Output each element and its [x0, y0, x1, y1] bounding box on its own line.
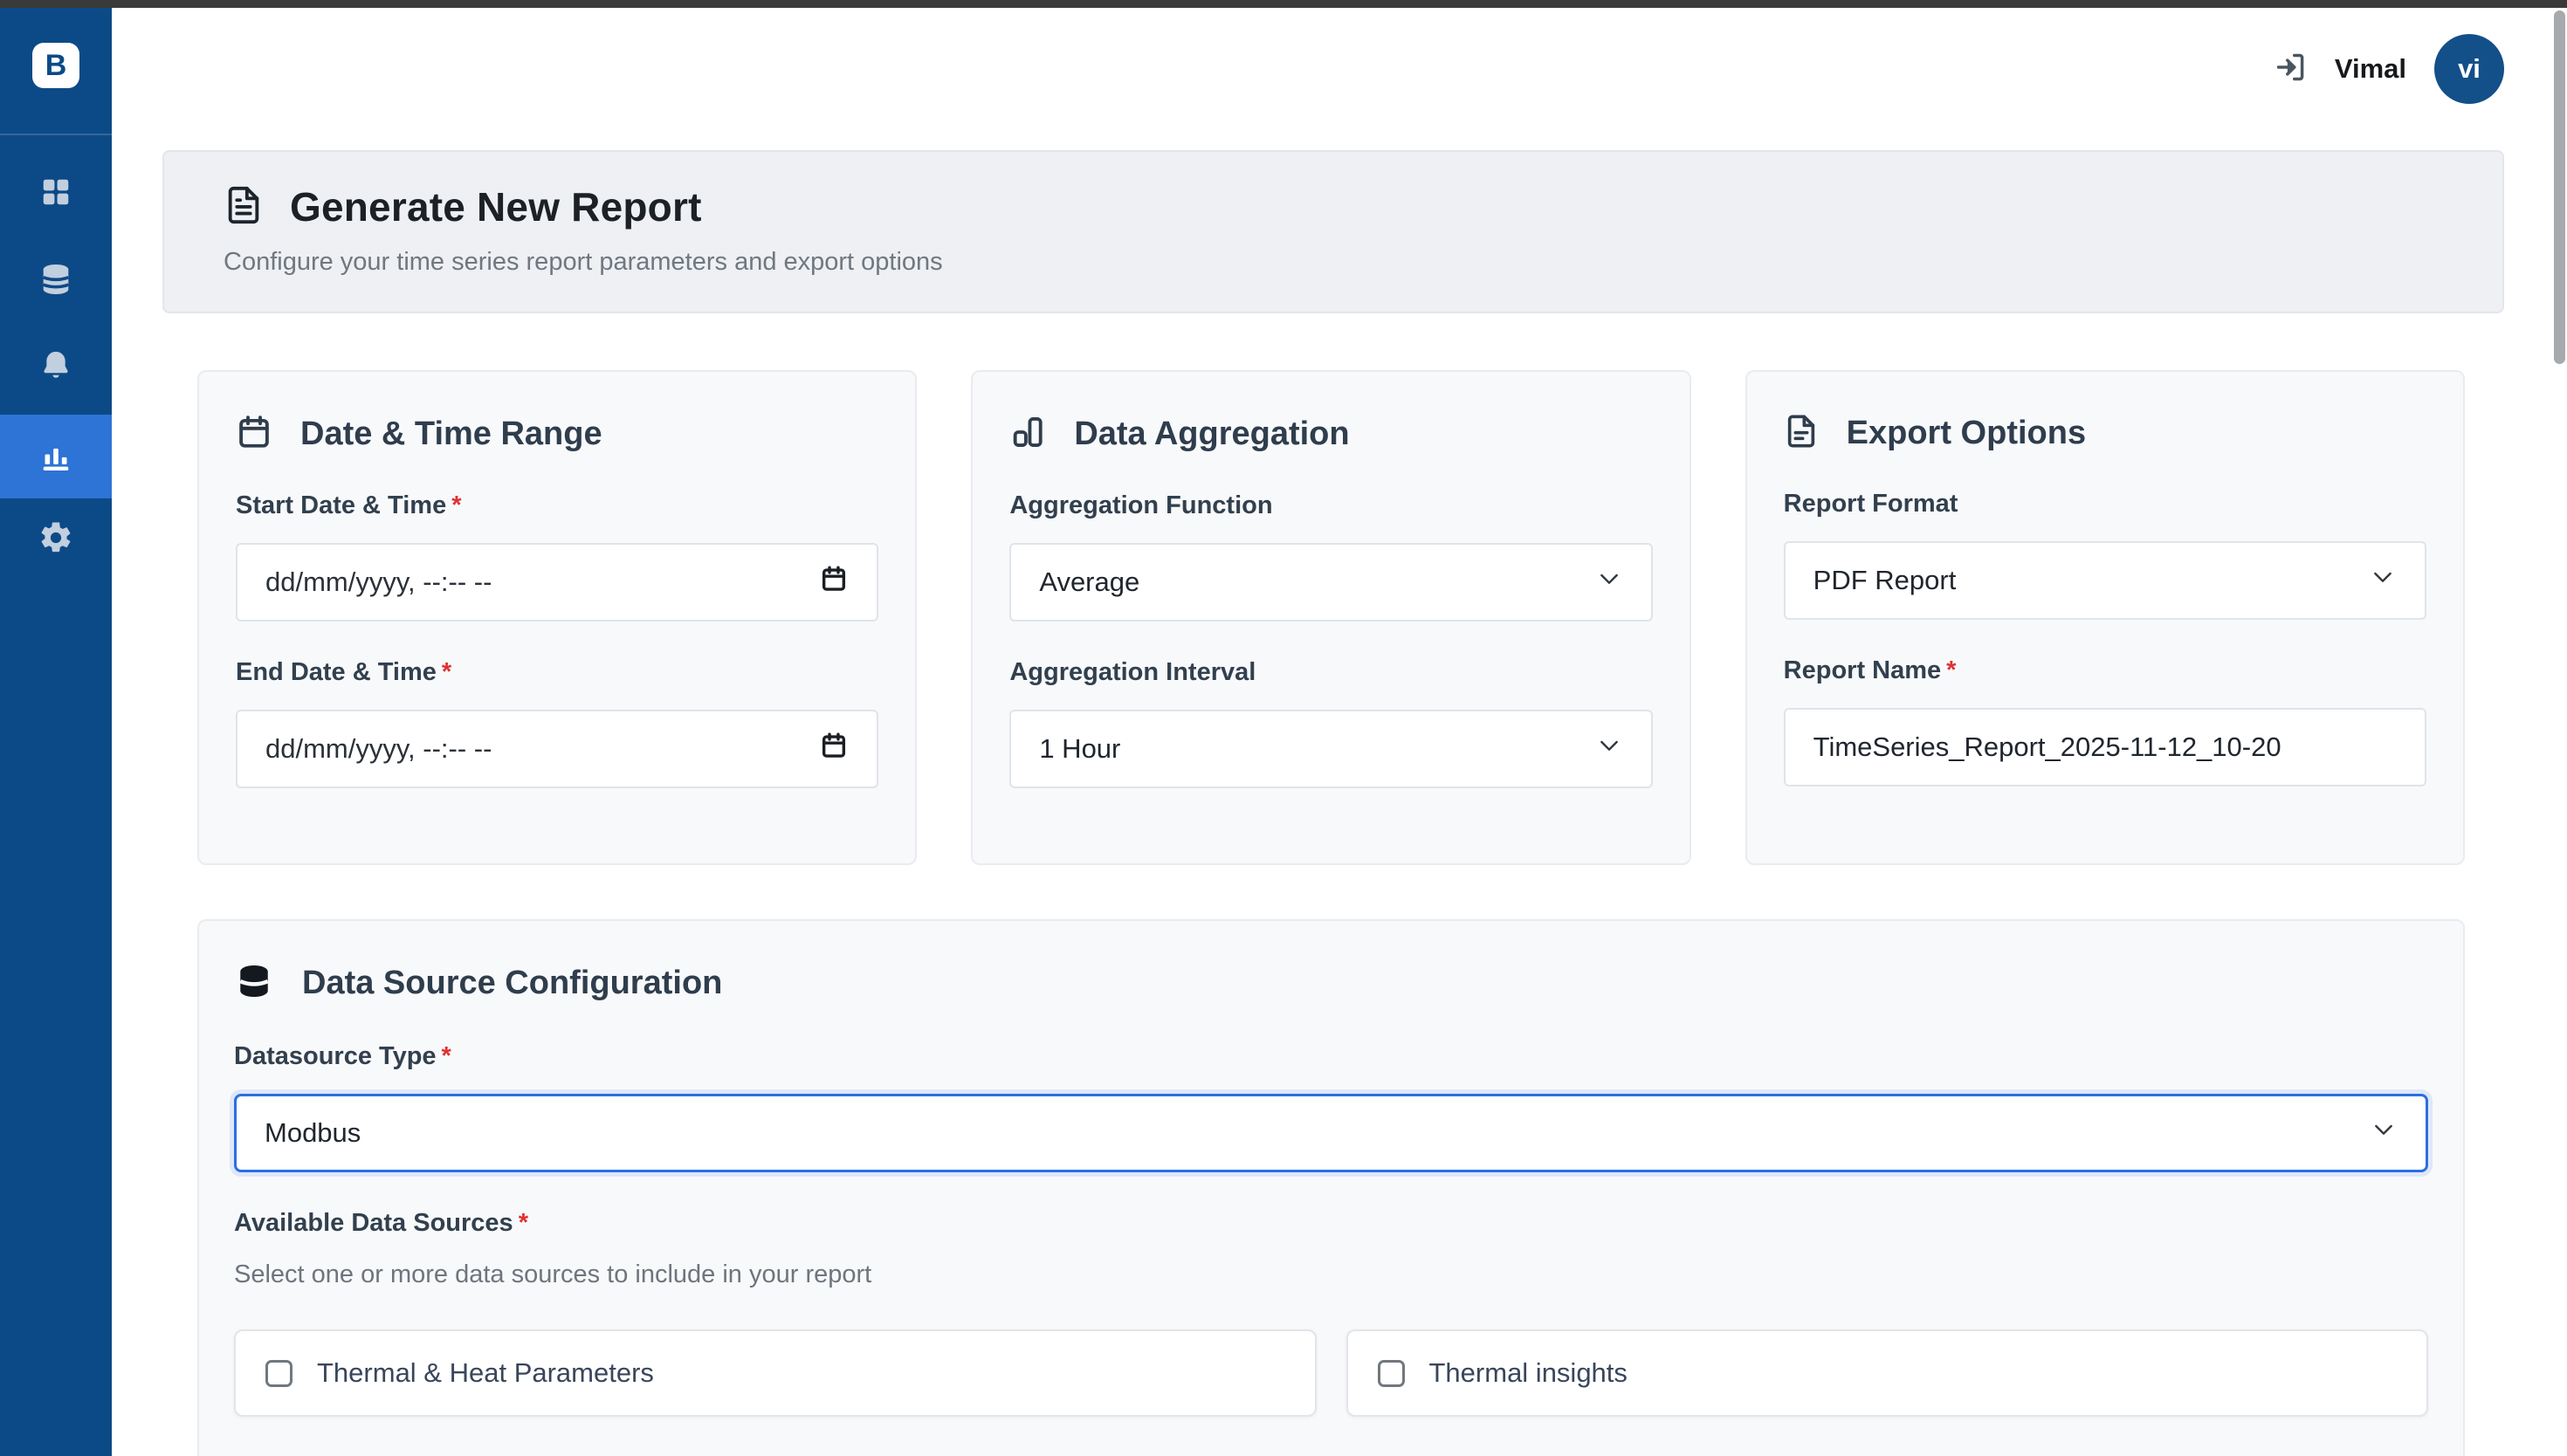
avatar-initials: vi: [2458, 53, 2481, 84]
report-name-input[interactable]: [1783, 708, 2426, 786]
report-format-value: PDF Report: [1813, 565, 1957, 595]
sidebar-item-reports[interactable]: [0, 415, 112, 498]
main-area: Vimal vi Generate New Report Configure y…: [112, 8, 2567, 1456]
username-text: Vimal: [2334, 53, 2406, 84]
bar-chart-outline-icon: [1009, 414, 1046, 455]
grid-icon: [39, 175, 72, 209]
option-thermal-heat-parameters[interactable]: Thermal & Heat Parameters: [234, 1329, 1317, 1417]
report-name-label: Report Name *: [1783, 656, 1957, 684]
sidebar-item-datasources[interactable]: [0, 240, 112, 319]
calendar-icon: [236, 414, 272, 455]
sidebar-nav: [0, 135, 112, 577]
app-window: B Vimal vi Generate New Report Configure…: [0, 0, 2567, 1456]
datasource-type-label: Datasource Type *: [234, 1042, 451, 1070]
card-title: Date & Time Range: [300, 416, 602, 452]
sidebar-item-notifications[interactable]: [0, 327, 112, 406]
datasource-type-select[interactable]: Modbus: [234, 1094, 2428, 1172]
chevron-down-icon: [1595, 731, 1623, 766]
aggregation-interval-value: 1 Hour: [1039, 733, 1121, 764]
data-source-options: Thermal & Heat Parameters Thermal insigh…: [234, 1329, 2428, 1417]
start-datetime-label: Start Date & Time *: [236, 491, 462, 519]
database-filled-icon: [234, 961, 274, 1006]
report-format-label: Report Format: [1783, 490, 1958, 518]
checkbox-unchecked[interactable]: [1377, 1359, 1405, 1387]
bar-chart-icon: [38, 439, 73, 474]
app-logo[interactable]: B: [32, 43, 79, 88]
sidebar-item-settings[interactable]: [0, 498, 112, 577]
config-cards-row: Date & Time Range Start Date & Time * dd/…: [197, 370, 2465, 865]
window-top-strip: [0, 0, 2567, 8]
option-label: Thermal insights: [1428, 1357, 1628, 1388]
aggregation-function-select[interactable]: Average: [1009, 543, 1653, 622]
option-label: Thermal & Heat Parameters: [317, 1357, 654, 1388]
available-data-sources-label: Available Data Sources *: [234, 1209, 528, 1237]
card-title: Data Source Configuration: [302, 965, 723, 1001]
card-title: Data Aggregation: [1074, 416, 1350, 452]
user-avatar[interactable]: vi: [2434, 34, 2504, 104]
sidebar-item-dashboard[interactable]: [0, 153, 112, 231]
form-section: Date & Time Range Start Date & Time * dd/…: [162, 313, 2504, 1456]
card-data-aggregation: Data Aggregation Aggregation Function Av…: [971, 370, 1691, 865]
chevron-down-icon: [1595, 565, 1623, 600]
page-content: Generate New Report Configure your time …: [162, 150, 2504, 1456]
bell-icon: [38, 348, 74, 385]
topbar: Vimal vi: [112, 8, 2567, 130]
aggregation-function-value: Average: [1039, 567, 1140, 597]
checkbox-unchecked[interactable]: [265, 1359, 292, 1387]
calendar-picker-icon[interactable]: [819, 564, 849, 601]
available-data-sources-hint: Select one or more data sources to inclu…: [234, 1260, 872, 1288]
page-header-banner: Generate New Report Configure your time …: [162, 150, 2504, 313]
vertical-scrollbar-thumb[interactable]: [2554, 10, 2565, 364]
option-thermal-insights[interactable]: Thermal insights: [1345, 1329, 2428, 1417]
end-datetime-input[interactable]: dd/mm/yyyy, --:-- --: [236, 710, 879, 788]
aggregation-function-label: Aggregation Function: [1009, 491, 1273, 519]
page-title: Generate New Report: [290, 184, 702, 230]
card-date-time-range: Date & Time Range Start Date & Time * dd/…: [197, 370, 918, 865]
page-subtitle: Configure your time series report parame…: [224, 248, 943, 276]
card-export-options: Export Options Report Format PDF Report: [1745, 370, 2465, 865]
start-datetime-placeholder: dd/mm/yyyy, --:-- --: [265, 567, 492, 597]
start-datetime-input[interactable]: dd/mm/yyyy, --:-- --: [236, 543, 879, 622]
sidebar: B: [0, 8, 112, 1456]
datasource-type-value: Modbus: [265, 1117, 361, 1148]
app-logo-letter: B: [45, 48, 67, 82]
end-datetime-label: End Date & Time *: [236, 658, 452, 686]
file-text-icon: [224, 185, 264, 230]
aggregation-interval-select[interactable]: 1 Hour: [1009, 710, 1653, 788]
file-icon: [1784, 414, 1819, 453]
aggregation-interval-label: Aggregation Interval: [1009, 658, 1256, 686]
gear-icon: [38, 519, 74, 556]
card-title: Export Options: [1846, 415, 2087, 451]
chevron-down-icon: [2369, 563, 2397, 598]
end-datetime-placeholder: dd/mm/yyyy, --:-- --: [265, 733, 492, 764]
card-data-source-configuration: Data Source Configuration Datasource Typ…: [197, 919, 2465, 1456]
database-icon: [38, 262, 73, 297]
chevron-down-icon: [2370, 1116, 2398, 1150]
calendar-picker-icon[interactable]: [819, 731, 849, 767]
log-in-icon: [2274, 51, 2307, 88]
logout-button[interactable]: [2274, 51, 2307, 88]
report-format-select[interactable]: PDF Report: [1783, 541, 2426, 620]
